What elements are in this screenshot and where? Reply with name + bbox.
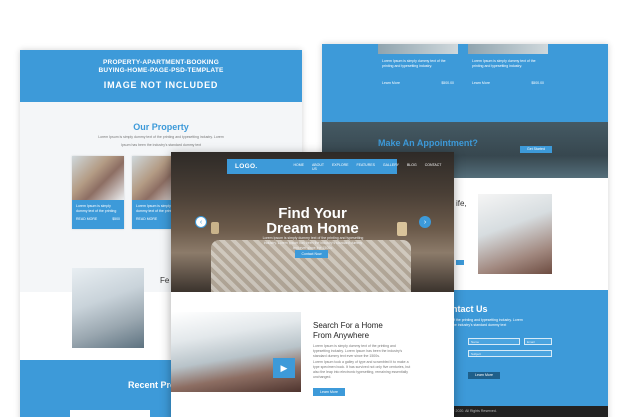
lifestyle-image — [478, 194, 552, 274]
search-title: Search For a Home From Anywhere — [313, 321, 383, 341]
offer-card-image — [468, 44, 548, 54]
banner-notice: IMAGE NOT INCLUDED — [103, 80, 219, 90]
offer-card-info: Lorem Ipsum is simply dummy text of the … — [468, 54, 548, 100]
read-more-link[interactable]: READ MORE — [136, 217, 157, 222]
banner-line-1: PROPERTY-APARTMENT-BOOKING — [103, 59, 219, 66]
template-banner: PROPERTY-APARTMENT-BOOKING BUYING-HOME-P… — [20, 50, 302, 102]
recent-properties-title: Recent Pro — [128, 380, 176, 390]
hero-section: LOGO. HOME ABOUT US EXPLORE FEATURES GAL… — [171, 152, 454, 292]
get-started-button[interactable]: Get Started — [520, 146, 552, 153]
email-field[interactable]: Email — [524, 338, 552, 345]
property-card-text: Lorem Ipsum is simply dummy text of the … — [76, 204, 117, 213]
name-field[interactable]: Name — [468, 338, 520, 345]
contact-title: ntact Us — [452, 304, 488, 314]
contact-text-2: the industry's standard dummy text — [452, 323, 507, 327]
offer-card-text: Lorem Ipsum is simply dummy text of the … — [472, 59, 536, 68]
search-title-line-2: From Anywhere — [313, 331, 370, 340]
nav-item-about[interactable]: ABOUT US — [312, 163, 324, 171]
search-paragraph-2: Lorem Ipsum took a galley of type and sc… — [313, 360, 411, 379]
lifestyle-title: ife, — [456, 199, 467, 208]
property-card[interactable]: Lorem Ipsum is simply dummy text of the … — [72, 156, 124, 229]
nav-menu: HOME ABOUT US EXPLORE FEATURES GALLERY B… — [293, 163, 449, 171]
appointment-title: Make An Appointment? — [378, 138, 478, 148]
contact-now-button[interactable]: Contact Now — [295, 250, 328, 258]
nav-item-contact[interactable]: CONTACT — [425, 163, 442, 171]
feature-image — [72, 268, 144, 348]
read-more-link[interactable]: READ MORE — [76, 217, 97, 222]
lifestyle-button[interactable] — [456, 260, 464, 265]
property-price: $500 — [112, 217, 120, 221]
property-card-info: Lorem Ipsum is simply dummy text of the … — [72, 200, 124, 229]
offers-section: Lorem Ipsum is simply dummy text of the … — [322, 44, 608, 122]
learn-more-link[interactable]: Learn More — [382, 81, 400, 86]
search-title-line-1: Search For a Home — [313, 321, 383, 330]
property-section-sub-2: Ipsum has been the industry's standard d… — [120, 143, 202, 147]
property-section-sub-1: Lorem Ipsum is simply dummy text of the … — [98, 135, 224, 139]
property-section-title: Our Property — [133, 122, 189, 132]
learn-more-link[interactable]: Learn More — [472, 81, 490, 86]
hero-title-line-2: Dream Home — [266, 220, 359, 237]
navbar: LOGO. HOME ABOUT US EXPLORE FEATURES GAL… — [227, 159, 441, 174]
search-section: ▶ Search For a Home From Anywhere Lorem … — [171, 292, 454, 417]
hero-title: Find Your Dream Home — [171, 206, 454, 236]
banner-line-2: BUYING-HOME-PAGE-PSD-TEMPLATE — [98, 67, 224, 74]
slider-next-arrow-icon[interactable]: › — [419, 216, 431, 228]
offer-card[interactable]: Lorem Ipsum is simply dummy text of the … — [468, 44, 548, 100]
offer-card-info: Lorem Ipsum is simply dummy text of the … — [378, 54, 458, 100]
contact-text-1: of the printing and typesetting industry… — [452, 318, 523, 322]
feature-title: Fe — [160, 276, 170, 285]
mockup-stage: PROPERTY-APARTMENT-BOOKING BUYING-HOME-P… — [0, 0, 626, 417]
learn-more-button[interactable]: Learn More — [313, 388, 345, 396]
kitchen-image — [171, 312, 301, 392]
nav-item-gallery[interactable]: GALLERY — [383, 163, 399, 171]
logo[interactable]: LOGO. — [235, 163, 257, 170]
recent-property-card[interactable] — [70, 410, 150, 417]
nav-item-blog[interactable]: BLOG — [407, 163, 417, 171]
hero-subtitle: Lorem Ipsum is simply dummy text of the … — [262, 236, 364, 250]
hero-title-line-1: Find Your — [278, 205, 347, 222]
nav-item-home[interactable]: HOME — [293, 163, 304, 171]
offer-card-image — [378, 44, 458, 54]
play-icon[interactable]: ▶ — [273, 358, 295, 378]
slider-prev-arrow-icon[interactable]: ‹ — [195, 216, 207, 228]
property-card-image — [72, 156, 124, 200]
offer-price: $500.00 — [441, 81, 454, 85]
subject-field[interactable]: Subject — [468, 350, 552, 357]
offer-price: $500.00 — [531, 81, 544, 85]
nav-item-features[interactable]: FEATURES — [357, 163, 375, 171]
search-paragraph-1: Lorem Ipsum is simply dummy text of the … — [313, 344, 403, 358]
homepage-preview: LOGO. HOME ABOUT US EXPLORE FEATURES GAL… — [171, 152, 454, 417]
offer-card-text: Lorem Ipsum is simply dummy text of the … — [382, 59, 446, 68]
nav-item-explore[interactable]: EXPLORE — [332, 163, 349, 171]
offer-card[interactable]: Lorem Ipsum is simply dummy text of the … — [378, 44, 458, 100]
send-button[interactable]: Learn More — [468, 372, 500, 379]
copyright-text: © 2020. All Rights Reserved. — [452, 409, 497, 413]
